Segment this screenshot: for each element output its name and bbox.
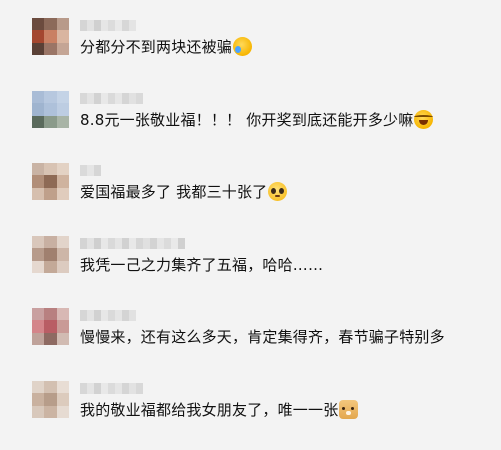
avatar[interactable] [32, 91, 69, 128]
comment-list: 分都分不到两块还被骗 8.8元一张敬业福！！！ 你开奖到底还能开多少嘛 爱国福最… [0, 0, 501, 450]
comment-text: 我凭一己之力集齐了五福，哈哈…… [80, 256, 324, 274]
avatar[interactable] [32, 18, 69, 55]
comment-text: 慢慢来，还有这么多天，肯定集得齐，春节骗子特别多 [80, 328, 445, 346]
username-blurred[interactable] [80, 20, 136, 31]
username-blurred[interactable] [80, 383, 143, 394]
comment-text: 分都分不到两块还被骗 [80, 34, 253, 60]
comment-item: 我的敬业福都给我女朋友了，唯一一张 [0, 381, 501, 445]
crying-face-emoji [233, 37, 253, 56]
comment-text: 8.8元一张敬业福！！！ 你开奖到底还能开多少嘛 [80, 107, 434, 133]
comment-text: 我的敬业福都给我女朋友了，唯一一张 [80, 397, 359, 423]
comment-text: 爱国福最多了 我都三十张了 [80, 179, 288, 205]
avatar[interactable] [32, 381, 69, 418]
avatar[interactable] [32, 163, 69, 200]
comment-item: 爱国福最多了 我都三十张了 [0, 163, 501, 227]
comment-item: 我凭一己之力集齐了五福，哈哈…… [0, 236, 501, 300]
pleading-face-emoji [268, 182, 288, 201]
comment-item: 8.8元一张敬业福！！！ 你开奖到底还能开多少嘛 [0, 91, 501, 155]
doge-emoji [339, 400, 359, 419]
avatar[interactable] [32, 308, 69, 345]
username-blurred[interactable] [80, 238, 185, 249]
comment-item: 慢慢来，还有这么多天，肯定集得齐，春节骗子特别多 [0, 308, 501, 372]
username-blurred[interactable] [80, 310, 136, 321]
avatar[interactable] [32, 236, 69, 273]
username-blurred[interactable] [80, 165, 101, 176]
tears-of-joy-emoji [414, 110, 434, 129]
comment-item: 分都分不到两块还被骗 [0, 18, 501, 82]
username-blurred[interactable] [80, 93, 143, 104]
